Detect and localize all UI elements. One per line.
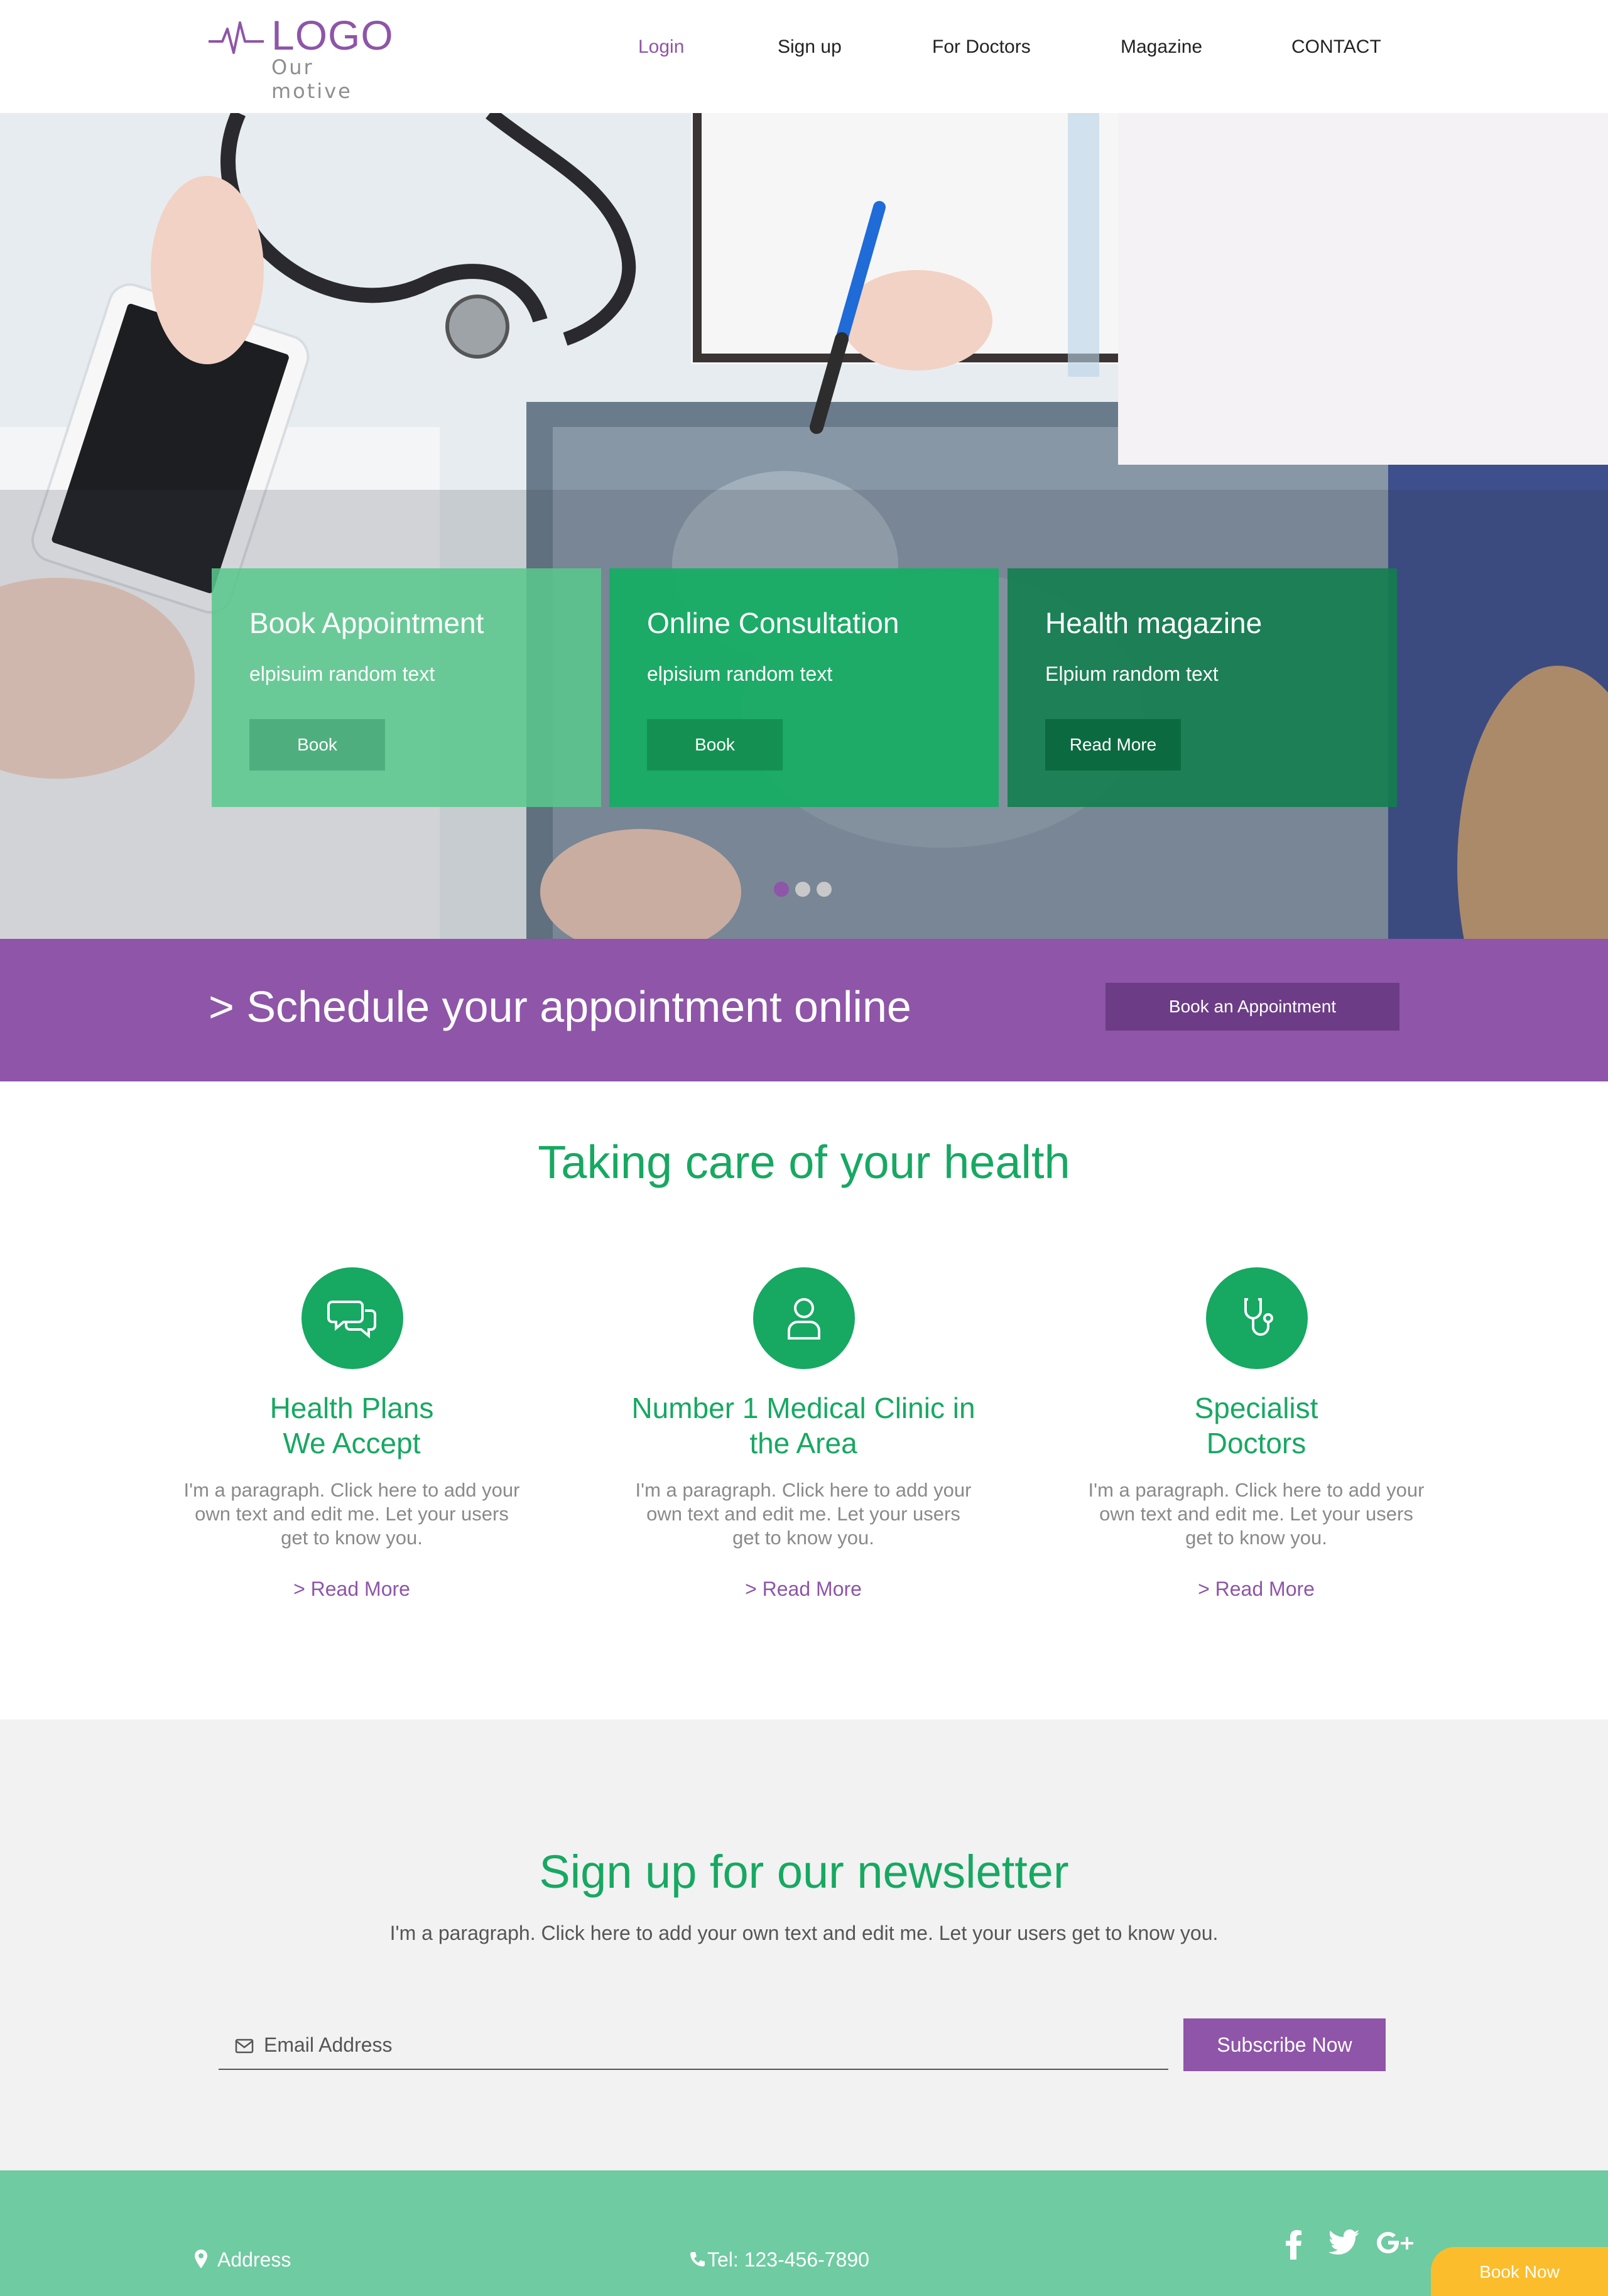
nav-magazine[interactable]: Magazine bbox=[1121, 36, 1202, 58]
read-more-link[interactable]: > Read More bbox=[1062, 1578, 1451, 1601]
logo-text: LOGO bbox=[271, 12, 394, 58]
user-icon bbox=[788, 1298, 820, 1340]
address-text: Address bbox=[217, 2248, 291, 2271]
feature-paragraph: I'm a paragraph. Click here to add your … bbox=[635, 1479, 972, 1549]
banner-text: > Schedule your appointment online bbox=[209, 982, 911, 1031]
feature-medical-clinic: Number 1 Medical Clinic in the Area I'm … bbox=[609, 1267, 998, 1619]
logo-tagline: Our motive bbox=[271, 55, 352, 103]
feature-title-line: Number 1 Medical Clinic in bbox=[631, 1392, 975, 1424]
card-online-consultation: Online Consultation elpisium random text… bbox=[609, 568, 999, 807]
features-title: Taking care of your health bbox=[538, 1136, 1070, 1188]
heartbeat-icon bbox=[209, 21, 264, 54]
phone-icon bbox=[690, 2252, 705, 2266]
envelope-icon bbox=[235, 2039, 254, 2054]
google-plus-icon[interactable] bbox=[1377, 2229, 1416, 2257]
site-header: LOGO Our motive Login Sign up For Doctor… bbox=[0, 0, 1608, 113]
facebook-icon[interactable] bbox=[1284, 2229, 1304, 2260]
card-text: elpisium random text bbox=[647, 663, 833, 685]
slider-dot-3[interactable] bbox=[817, 882, 832, 897]
feature-icon-circle bbox=[1206, 1267, 1308, 1369]
slider-dot-1[interactable] bbox=[774, 882, 789, 897]
feature-paragraph: I'm a paragraph. Click here to add your … bbox=[183, 1479, 520, 1549]
book-now-button[interactable]: Book Now bbox=[1431, 2247, 1608, 2296]
nav-for-doctors[interactable]: For Doctors bbox=[932, 36, 1031, 58]
book-appointment-button[interactable]: Book an Appointment bbox=[1106, 983, 1399, 1031]
logo[interactable]: LOGO Our motive bbox=[209, 11, 397, 103]
newsletter-section: Sign up for our newsletter I'm a paragra… bbox=[0, 1719, 1608, 2170]
nav-signup[interactable]: Sign up bbox=[778, 36, 842, 58]
feature-specialist-doctors: Specialist Doctors I'm a paragraph. Clic… bbox=[1062, 1267, 1451, 1619]
card-text: elpisuim random text bbox=[249, 663, 435, 685]
chat-bubbles-icon bbox=[327, 1301, 376, 1339]
feature-title: Health Plans We Accept bbox=[157, 1390, 546, 1461]
feature-title-line: Doctors bbox=[1206, 1427, 1306, 1459]
card-text: Elpium random text bbox=[1045, 663, 1219, 685]
book-button[interactable]: Book bbox=[647, 719, 783, 771]
read-more-link[interactable]: > Read More bbox=[157, 1578, 546, 1601]
read-more-link[interactable]: > Read More bbox=[609, 1578, 998, 1601]
stethoscope-icon bbox=[1244, 1298, 1273, 1336]
nav-contact[interactable]: CONTACT bbox=[1291, 36, 1381, 58]
slider-dot-2[interactable] bbox=[795, 882, 810, 897]
newsletter-title: Sign up for our newsletter bbox=[539, 1846, 1069, 1898]
feature-title-line: Health Plans bbox=[269, 1392, 434, 1424]
feature-title-line: Specialist bbox=[1194, 1392, 1318, 1424]
feature-title: Number 1 Medical Clinic in the Area bbox=[609, 1390, 998, 1461]
feature-title-line: the Area bbox=[749, 1427, 857, 1459]
feature-icon-circle bbox=[302, 1267, 403, 1369]
hero-slider: Book Appointment elpisuim random text Bo… bbox=[0, 113, 1608, 939]
card-book-appointment: Book Appointment elpisuim random text Bo… bbox=[212, 568, 601, 807]
newsletter-paragraph: I'm a paragraph. Click here to add your … bbox=[389, 1922, 1219, 1944]
map-pin-icon bbox=[195, 2250, 207, 2268]
email-field[interactable]: Email Address bbox=[219, 2018, 1168, 2070]
feature-health-plans: Health Plans We Accept I'm a paragraph. … bbox=[157, 1267, 546, 1619]
feature-icon-circle bbox=[753, 1267, 855, 1369]
read-more-button[interactable]: Read More bbox=[1045, 719, 1181, 771]
card-health-magazine: Health magazine Elpium random text Read … bbox=[1008, 568, 1397, 807]
email-placeholder: Email Address bbox=[264, 2033, 393, 2056]
feature-title: Specialist Doctors bbox=[1062, 1390, 1451, 1461]
card-title: Online Consultation bbox=[647, 607, 899, 639]
feature-title-line: We Accept bbox=[283, 1427, 421, 1459]
card-title: Book Appointment bbox=[249, 607, 484, 639]
nav-login[interactable]: Login bbox=[638, 36, 684, 58]
book-button[interactable]: Book bbox=[249, 719, 385, 771]
subscribe-button[interactable]: Subscribe Now bbox=[1183, 2018, 1386, 2071]
card-title: Health magazine bbox=[1045, 607, 1263, 639]
feature-paragraph: I'm a paragraph. Click here to add your … bbox=[1088, 1479, 1425, 1549]
twitter-icon[interactable] bbox=[1329, 2229, 1359, 2256]
appointment-banner: > Schedule your appointment online Book … bbox=[0, 939, 1608, 1081]
phone-text: Tel: 123-456-7890 bbox=[707, 2248, 869, 2271]
site-footer: Address Tel: 123-456-7890 bbox=[0, 2170, 1608, 2296]
hero-background-image bbox=[0, 113, 1608, 939]
